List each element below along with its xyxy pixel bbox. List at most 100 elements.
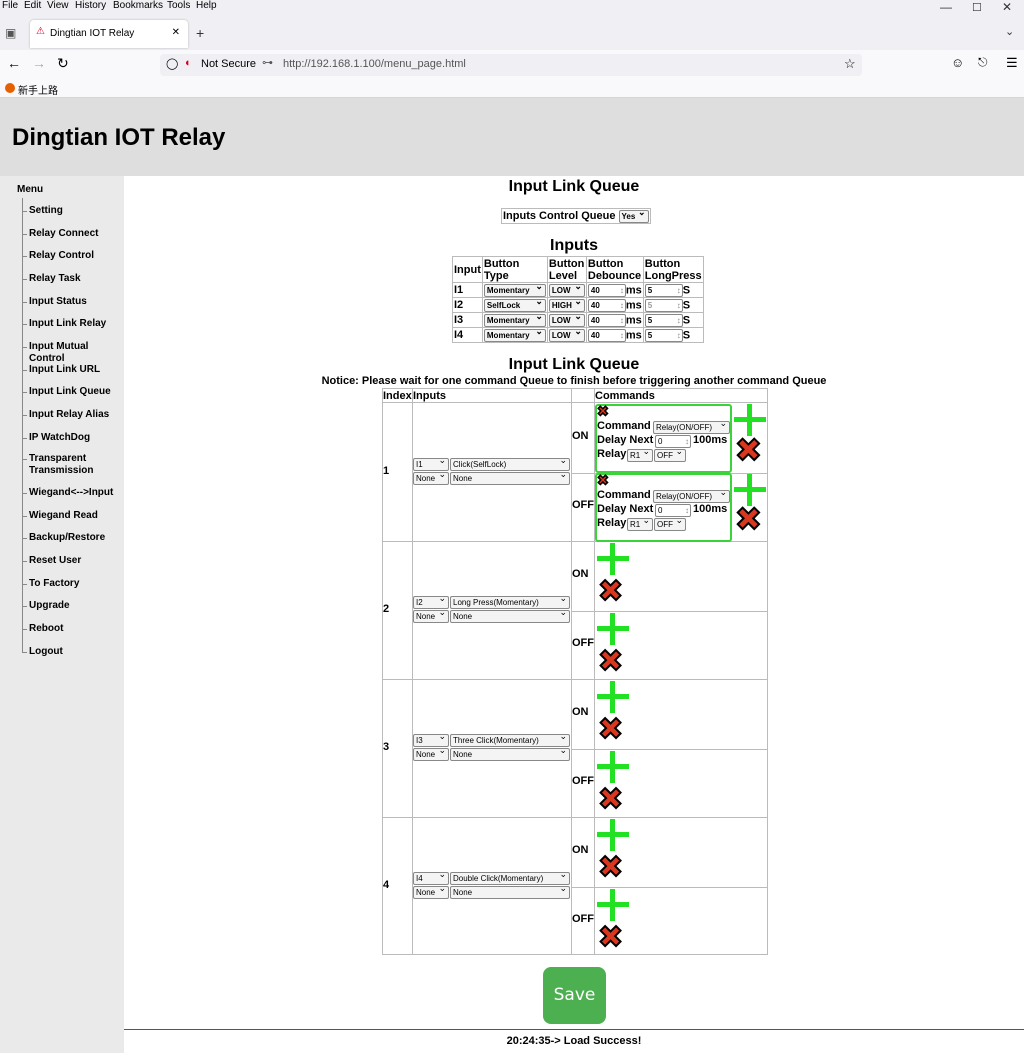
- debounce-input[interactable]: 40: [587, 313, 626, 327]
- sidebar-item-ip-watchdog[interactable]: IP WatchDog: [21, 432, 90, 444]
- menu-history[interactable]: History: [75, 0, 106, 11]
- queue-trigger-select[interactable]: Long Press(Momentary): [450, 596, 570, 609]
- queue-trigger-select[interactable]: Click(SelfLock): [450, 458, 570, 471]
- bookmark-item[interactable]: 新手上路: [18, 82, 58, 97]
- delete-command-icon[interactable]: ✖: [597, 472, 610, 489]
- sidebar-item-input-mutual-control[interactable]: Input Mutual Control: [22, 341, 124, 365]
- relay-state-select[interactable]: OFF: [654, 449, 686, 462]
- button-level-select[interactable]: LOW: [548, 328, 585, 342]
- sidebar-item-input-relay-alias[interactable]: Input Relay Alias: [21, 409, 109, 421]
- delete-block-icon[interactable]: ✖: [597, 576, 623, 607]
- sidebar-item-wiegand-read[interactable]: Wiegand Read: [22, 510, 98, 522]
- url-text[interactable]: http://192.168.1.100/menu_page.html: [283, 58, 466, 70]
- button-level-select[interactable]: LOW: [548, 283, 585, 297]
- extensions-icon[interactable]: ⎋: [978, 55, 988, 70]
- delete-block-icon[interactable]: ✖: [597, 646, 623, 677]
- queue-input2-select[interactable]: None: [413, 610, 449, 623]
- delete-block-icon[interactable]: ✖: [597, 852, 623, 883]
- command-select[interactable]: Relay(ON/OFF): [653, 490, 730, 503]
- button-level-select[interactable]: HIGH: [548, 298, 585, 312]
- sidebar-item-to-factory[interactable]: To Factory: [21, 578, 79, 590]
- sidebar-item-relay-control[interactable]: Relay Control: [21, 250, 94, 262]
- relay-select[interactable]: R1: [627, 449, 653, 462]
- menu-tools[interactable]: Tools: [167, 0, 190, 11]
- delay-input[interactable]: 0: [655, 504, 691, 517]
- tab-close-icon[interactable]: ✕: [172, 27, 180, 38]
- queue-input-select[interactable]: I4: [413, 872, 449, 885]
- menu-help[interactable]: Help: [196, 0, 217, 11]
- sidebar-item-input-link-url[interactable]: Input Link URL: [21, 364, 100, 376]
- account-icon[interactable]: ☺: [951, 55, 964, 70]
- debounce-input[interactable]: 40: [587, 298, 626, 312]
- button-type-select[interactable]: Momentary: [483, 283, 546, 297]
- forward-icon[interactable]: →: [32, 55, 46, 71]
- shield-icon[interactable]: ◯: [166, 57, 178, 70]
- queue-trigger2-select[interactable]: None: [450, 748, 570, 761]
- sidebar-item-setting[interactable]: Setting: [22, 205, 63, 217]
- button-level-select[interactable]: LOW: [548, 313, 585, 327]
- sidebar-item-relay-task[interactable]: Relay Task: [22, 273, 81, 285]
- button-type-select[interactable]: Momentary: [483, 328, 546, 342]
- button-type-select[interactable]: Momentary: [483, 313, 546, 327]
- permissions-key-icon[interactable]: ⊶: [262, 56, 273, 69]
- tab-list-icon[interactable]: ▣: [5, 26, 16, 40]
- delete-block-icon[interactable]: ✖: [597, 922, 623, 953]
- sidebar-item-wiegand-input[interactable]: Wiegand<-->Input: [21, 487, 113, 499]
- queue-trigger-select[interactable]: Three Click(Momentary): [450, 734, 570, 747]
- sidebar-item-backup-restore[interactable]: Backup/Restore: [21, 532, 105, 544]
- sidebar-item-logout[interactable]: Logout: [22, 646, 63, 658]
- delete-command-icon[interactable]: ✖: [597, 403, 610, 420]
- sidebar-item-relay-connect[interactable]: Relay Connect: [21, 228, 98, 240]
- relay-select[interactable]: R1: [627, 518, 653, 531]
- sidebar-item-input-link-queue[interactable]: Input Link Queue: [22, 386, 111, 398]
- maximize-icon[interactable]: ☐: [972, 1, 982, 14]
- queue-trigger2-select[interactable]: None: [450, 472, 570, 485]
- minimize-icon[interactable]: —: [940, 0, 952, 14]
- list-tabs-chevron-icon[interactable]: ⌄: [1005, 25, 1014, 38]
- longpress-input[interactable]: 5: [644, 328, 683, 342]
- save-button[interactable]: Save: [543, 967, 606, 1024]
- insecure-lock-icon[interactable]: ◐: [185, 57, 192, 69]
- delete-block-icon[interactable]: ✖: [735, 434, 763, 467]
- sidebar-item-input-link-relay[interactable]: Input Link Relay: [21, 318, 106, 330]
- queue-trigger2-select[interactable]: None: [450, 886, 570, 899]
- add-command-icon[interactable]: [597, 751, 629, 783]
- inputs-control-select[interactable]: Yes: [618, 209, 649, 223]
- queue-input2-select[interactable]: None: [413, 886, 449, 899]
- queue-input-select[interactable]: I3: [413, 734, 449, 747]
- queue-trigger-select[interactable]: Double Click(Momentary): [450, 872, 570, 885]
- queue-input-select[interactable]: I1: [413, 458, 449, 471]
- add-command-icon[interactable]: [597, 819, 629, 851]
- queue-input2-select[interactable]: None: [413, 472, 449, 485]
- sidebar-item-upgrade[interactable]: Upgrade: [22, 600, 70, 612]
- sidebar-item-transparent-transmission[interactable]: Transparent Transmission: [22, 453, 109, 477]
- queue-trigger2-select[interactable]: None: [450, 610, 570, 623]
- longpress-input[interactable]: 5: [644, 283, 683, 297]
- menu-edit[interactable]: Edit: [24, 0, 41, 11]
- menu-file[interactable]: File: [2, 0, 18, 11]
- back-icon[interactable]: ←: [7, 55, 21, 71]
- app-menu-icon[interactable]: ☰: [1006, 55, 1018, 71]
- add-command-icon[interactable]: [597, 889, 629, 921]
- reload-icon[interactable]: ↻: [57, 55, 69, 72]
- url-bar[interactable]: ◯ ◐ Not Secure ⊶ http://192.168.1.100/me…: [160, 54, 862, 76]
- queue-input-select[interactable]: I2: [413, 596, 449, 609]
- button-type-select[interactable]: SelfLock: [483, 298, 546, 312]
- new-tab-icon[interactable]: +: [196, 25, 204, 41]
- delete-block-icon[interactable]: ✖: [735, 503, 763, 536]
- longpress-input[interactable]: 5: [644, 313, 683, 327]
- relay-state-select[interactable]: OFF: [654, 518, 686, 531]
- longpress-input[interactable]: 5: [644, 298, 683, 312]
- debounce-input[interactable]: 40: [587, 328, 626, 342]
- delete-block-icon[interactable]: ✖: [597, 714, 623, 745]
- menu-view[interactable]: View: [47, 0, 69, 11]
- menu-bookmarks[interactable]: Bookmarks: [113, 0, 163, 11]
- debounce-input[interactable]: 40: [587, 283, 626, 297]
- delay-input[interactable]: 0: [655, 435, 691, 448]
- queue-input2-select[interactable]: None: [413, 748, 449, 761]
- delete-block-icon[interactable]: ✖: [597, 784, 623, 815]
- command-select[interactable]: Relay(ON/OFF): [653, 421, 730, 434]
- sidebar-item-reboot[interactable]: Reboot: [21, 623, 63, 635]
- security-label[interactable]: Not Secure: [201, 58, 256, 70]
- add-command-icon[interactable]: [597, 681, 629, 713]
